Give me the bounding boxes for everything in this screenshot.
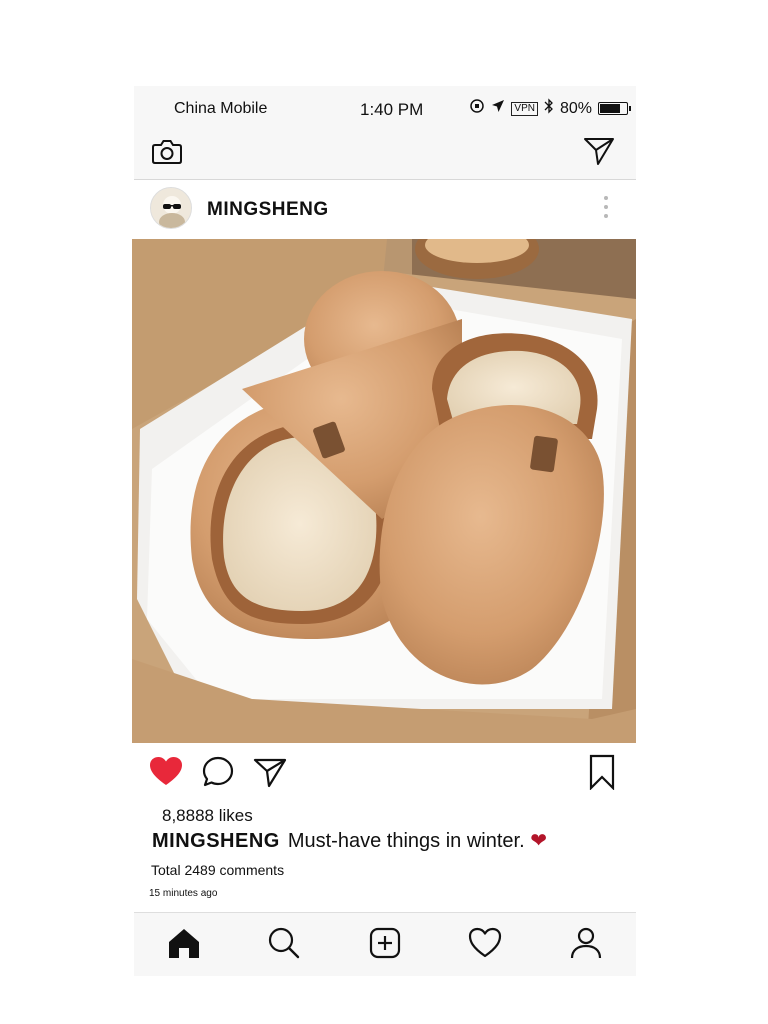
paper-plane-icon[interactable] [582, 134, 616, 168]
caption-heart-icon: ❤ [530, 830, 547, 852]
status-bar: China Mobile 1:40 PM VPN 80% [134, 86, 636, 134]
battery-fill [600, 104, 621, 113]
vertical-dots-icon[interactable] [600, 193, 612, 221]
camera-icon[interactable] [150, 134, 184, 168]
post-timestamp: 15 minutes ago [149, 888, 218, 899]
post-caption: MINGSHENG Must-have things in winter. ❤ [152, 828, 547, 853]
post-header: MINGSHENG [134, 181, 636, 239]
caption-username[interactable]: MINGSHENG [152, 830, 280, 852]
orientation-lock-icon [469, 98, 485, 119]
post-username[interactable]: MINGSHENG [207, 199, 329, 221]
add-post-icon[interactable] [367, 925, 403, 961]
avatar[interactable] [150, 187, 192, 229]
share-plane-icon[interactable] [252, 754, 288, 790]
activity-heart-icon[interactable] [467, 925, 503, 961]
status-indicators: VPN 80% [469, 98, 631, 119]
post-actions [134, 754, 636, 798]
like-heart-icon[interactable] [148, 754, 184, 790]
top-nav [134, 134, 636, 180]
battery-icon [598, 102, 631, 115]
post-image[interactable] [132, 239, 636, 743]
search-icon[interactable] [266, 925, 302, 961]
comment-bubble-icon[interactable] [200, 754, 236, 790]
carrier-name: China Mobile [174, 100, 268, 117]
vpn-badge: VPN [511, 101, 538, 116]
likes-count[interactable]: 8,8888 likes [162, 806, 253, 826]
bluetooth-icon [544, 98, 554, 119]
bottom-nav [134, 912, 636, 976]
status-time: 1:40 PM [360, 100, 424, 119]
caption-text: Must-have things in winter. [287, 830, 525, 852]
profile-icon[interactable] [568, 925, 604, 961]
phone-screen: China Mobile 1:40 PM VPN 80% MINGSHENG 8… [132, 86, 636, 976]
battery-percent: 80% [559, 99, 592, 117]
location-arrow-icon [491, 99, 505, 118]
home-icon[interactable] [166, 925, 202, 961]
view-comments-link[interactable]: Total 2489 comments [151, 862, 284, 878]
bookmark-icon[interactable] [584, 754, 620, 791]
